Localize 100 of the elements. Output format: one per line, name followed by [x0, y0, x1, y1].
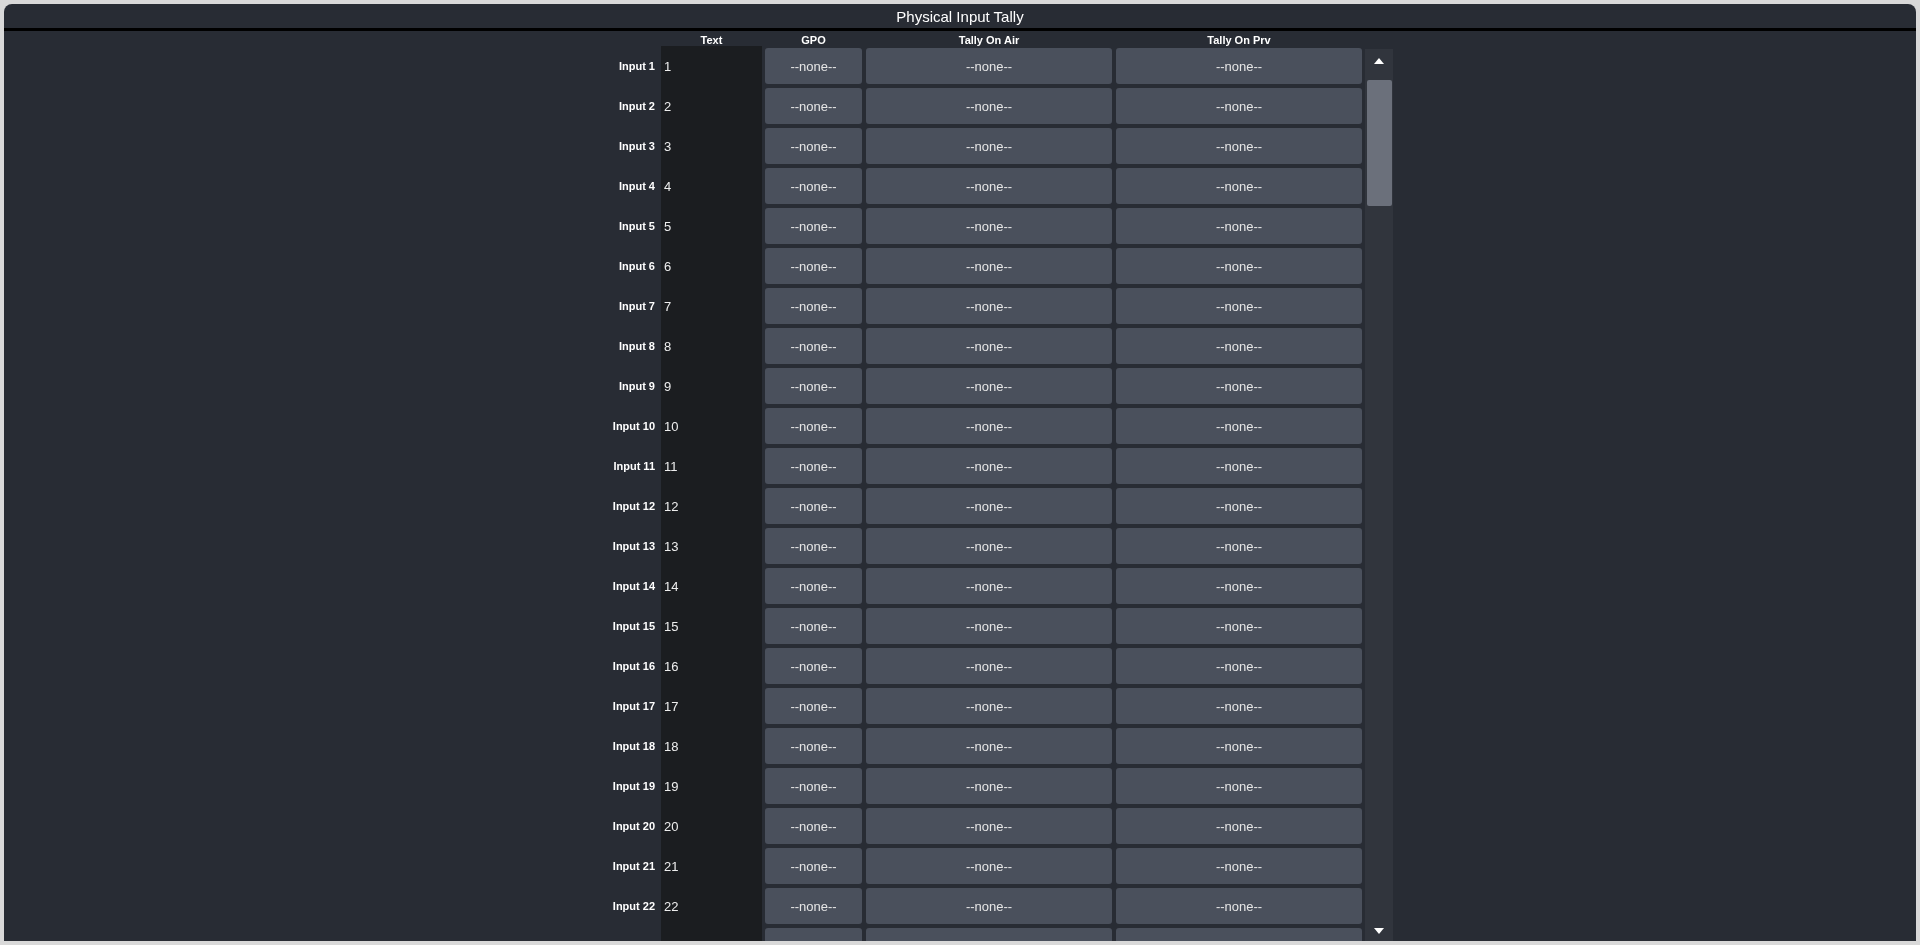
text-field[interactable]: 19	[661, 766, 762, 806]
text-field[interactable]: 18	[661, 726, 762, 766]
gpo-dropdown[interactable]: --none--	[765, 328, 862, 364]
gpo-dropdown[interactable]: --none--	[765, 808, 862, 844]
text-field[interactable]: 4	[661, 166, 762, 206]
text-field[interactable]: 2	[661, 86, 762, 126]
text-field[interactable]: 14	[661, 566, 762, 606]
tally-on-air-dropdown[interactable]: --none--	[866, 488, 1112, 524]
tally-on-air-dropdown[interactable]: --none--	[866, 48, 1112, 84]
tally-on-prv-dropdown[interactable]: --none--	[1116, 248, 1362, 284]
text-field[interactable]: 12	[661, 486, 762, 526]
scrollbar-thumb[interactable]	[1366, 80, 1392, 206]
text-field[interactable]: 16	[661, 646, 762, 686]
input-label: Input 22	[612, 900, 655, 912]
gpo-dropdown[interactable]: --none--	[765, 608, 862, 644]
tally-on-prv-dropdown[interactable]: --none--	[1116, 368, 1362, 404]
tally-on-air-dropdown[interactable]: --none--	[866, 568, 1112, 604]
scroll-up-icon[interactable]	[1374, 58, 1384, 64]
tally-on-prv-dropdown[interactable]: --none--	[1116, 48, 1362, 84]
gpo-dropdown[interactable]: --none--	[765, 648, 862, 684]
text-field[interactable]: 15	[661, 606, 762, 646]
tally-on-prv-dropdown[interactable]: --none--	[1116, 448, 1362, 484]
text-field[interactable]: 10	[661, 406, 762, 446]
tally-on-air-dropdown[interactable]: --none--	[866, 328, 1112, 364]
gpo-dropdown[interactable]: --none--	[765, 408, 862, 444]
gpo-dropdown[interactable]: --none--	[765, 288, 862, 324]
text-field[interactable]: 8	[661, 326, 762, 366]
tally-on-prv-dropdown[interactable]: --none--	[1116, 208, 1362, 244]
tally-on-prv-dropdown[interactable]: --none--	[1116, 408, 1362, 444]
text-field[interactable]: 9	[661, 366, 762, 406]
tally-on-air-dropdown[interactable]: --none--	[866, 448, 1112, 484]
tally-on-prv-dropdown[interactable]: --none--	[1116, 848, 1362, 884]
input-label: Input 18	[612, 740, 655, 752]
input-label: Input 12	[612, 500, 655, 512]
tally-on-air-dropdown[interactable]: --none--	[866, 288, 1112, 324]
tally-on-air-dropdown[interactable]: --none--	[866, 888, 1112, 924]
tally-on-prv-dropdown[interactable]: --none--	[1116, 128, 1362, 164]
tally-on-air-dropdown[interactable]: --none--	[866, 88, 1112, 124]
gpo-dropdown[interactable]: --none--	[765, 128, 862, 164]
tally-on-air-dropdown[interactable]: --none--	[866, 848, 1112, 884]
text-field[interactable]: 20	[661, 806, 762, 846]
tally-on-air-dropdown[interactable]: --none--	[866, 208, 1112, 244]
tally-on-air-dropdown[interactable]: --none--	[866, 168, 1112, 204]
tally-on-prv-dropdown[interactable]: --none--	[1116, 768, 1362, 804]
gpo-dropdown[interactable]: --none--	[765, 528, 862, 564]
tally-on-prv-dropdown[interactable]: --none--	[1116, 288, 1362, 324]
tally-on-air-dropdown[interactable]: --none--	[866, 368, 1112, 404]
window-title: Physical Input Tally	[896, 7, 1024, 25]
tally-on-air-dropdown[interactable]: --none--	[866, 728, 1112, 764]
text-field[interactable]: 22	[661, 886, 762, 926]
gpo-dropdown[interactable]: --none--	[765, 88, 862, 124]
tally-on-prv-dropdown[interactable]: --none--	[1116, 328, 1362, 364]
text-field[interactable]: 5	[661, 206, 762, 246]
gpo-dropdown[interactable]: --none--	[765, 368, 862, 404]
gpo-dropdown[interactable]: --none--	[765, 848, 862, 884]
input-label: Input 7	[618, 300, 655, 312]
tally-on-prv-dropdown[interactable]: --none--	[1116, 528, 1362, 564]
tally-on-prv-dropdown[interactable]: --none--	[1116, 608, 1362, 644]
tally-on-air-dropdown[interactable]: --none--	[866, 808, 1112, 844]
gpo-dropdown[interactable]: --none--	[765, 768, 862, 804]
tally-on-air-dropdown[interactable]: --none--	[866, 128, 1112, 164]
input-label: Input 13	[612, 540, 655, 552]
text-field[interactable]: 6	[661, 246, 762, 286]
tally-on-prv-dropdown[interactable]: --none--	[1116, 888, 1362, 924]
gpo-dropdown[interactable]: --none--	[765, 728, 862, 764]
tally-on-air-dropdown[interactable]: --none--	[866, 408, 1112, 444]
tally-on-prv-dropdown[interactable]: --none--	[1116, 488, 1362, 524]
gpo-dropdown[interactable]: --none--	[765, 48, 862, 84]
text-field[interactable]: 17	[661, 686, 762, 726]
gpo-dropdown[interactable]: --none--	[765, 208, 862, 244]
gpo-dropdown[interactable]: --none--	[765, 688, 862, 724]
scroll-down-icon[interactable]	[1374, 928, 1384, 934]
gpo-dropdown[interactable]: --none--	[765, 168, 862, 204]
tally-on-air-dropdown[interactable]: --none--	[866, 688, 1112, 724]
gpo-dropdown[interactable]: --none--	[765, 568, 862, 604]
text-field[interactable]: 13	[661, 526, 762, 566]
input-label: Input 10	[612, 420, 655, 432]
tally-on-prv-dropdown[interactable]: --none--	[1116, 808, 1362, 844]
tally-on-air-dropdown[interactable]: --none--	[866, 768, 1112, 804]
gpo-dropdown[interactable]: --none--	[765, 248, 862, 284]
tally-on-prv-dropdown[interactable]: --none--	[1116, 648, 1362, 684]
gpo-dropdown[interactable]: --none--	[765, 488, 862, 524]
text-field[interactable]: 3	[661, 126, 762, 166]
tally-on-prv-dropdown[interactable]: --none--	[1116, 568, 1362, 604]
text-field[interactable]: 21	[661, 846, 762, 886]
text-field[interactable]: 1	[661, 46, 762, 86]
scrollbar[interactable]	[1365, 49, 1393, 941]
gpo-dropdown[interactable]: --none--	[765, 888, 862, 924]
text-field[interactable]: 7	[661, 286, 762, 326]
tally-on-air-dropdown[interactable]: --none--	[866, 608, 1112, 644]
tally-on-air-dropdown[interactable]: --none--	[866, 648, 1112, 684]
tally-on-prv-dropdown[interactable]: --none--	[1116, 88, 1362, 124]
tally-on-air-dropdown[interactable]: --none--	[866, 248, 1112, 284]
tally-on-air-dropdown[interactable]: --none--	[866, 528, 1112, 564]
gpo-dropdown[interactable]: --none--	[765, 448, 862, 484]
tally-on-prv-dropdown[interactable]: --none--	[1116, 688, 1362, 724]
text-field[interactable]: 11	[661, 446, 762, 486]
tally-on-prv-dropdown[interactable]: --none--	[1116, 728, 1362, 764]
input-label: Input 16	[612, 660, 655, 672]
tally-on-prv-dropdown[interactable]: --none--	[1116, 168, 1362, 204]
